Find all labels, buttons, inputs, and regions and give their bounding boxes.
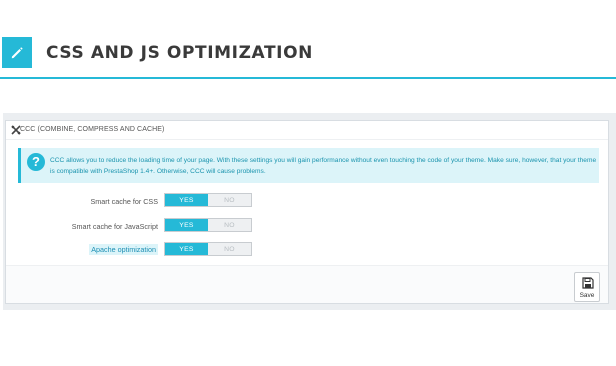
toggle-yes-option[interactable]: YES: [165, 243, 208, 255]
info-alert: ? CCC allows you to reduce the loading t…: [18, 148, 599, 183]
alert-text: CCC allows you to reduce the loading tim…: [50, 157, 597, 175]
smart-cache-css-label: Smart cache for CSS: [90, 197, 158, 206]
ccc-panel: CCC (COMBINE, COMPRESS AND CACHE) ? CCC …: [5, 120, 609, 304]
smart-cache-css-toggle[interactable]: YES NO: [164, 193, 252, 207]
panel-footer: Save: [6, 265, 608, 303]
header-divider: [0, 77, 616, 79]
panel-heading-text: CCC (COMBINE, COMPRESS AND CACHE): [20, 126, 165, 133]
toggle-no-option[interactable]: NO: [208, 194, 251, 206]
floppy-disk-icon: [582, 277, 594, 289]
apache-optimization-label[interactable]: Apache optimization: [8, 244, 158, 255]
save-button[interactable]: Save: [574, 272, 600, 302]
apache-optimization-label-text[interactable]: Apache optimization: [89, 244, 158, 255]
question-icon: ?: [27, 153, 45, 171]
toggle-yes-option[interactable]: YES: [165, 219, 208, 231]
panel-heading: CCC (COMBINE, COMPRESS AND CACHE): [6, 121, 608, 140]
toggle-no-option[interactable]: NO: [208, 243, 251, 255]
pencil-icon: [2, 37, 32, 68]
page-header: CSS AND JS OPTIMIZATION: [0, 0, 616, 80]
smart-cache-js-label: Smart cache for JavaScript: [71, 222, 158, 231]
toggle-no-option[interactable]: NO: [208, 219, 251, 231]
toggle-yes-option[interactable]: YES: [165, 194, 208, 206]
save-button-label: Save: [579, 292, 595, 299]
apache-optimization-toggle[interactable]: YES NO: [164, 242, 252, 256]
smart-cache-js-toggle[interactable]: YES NO: [164, 218, 252, 232]
page-title: CSS AND JS OPTIMIZATION: [46, 43, 313, 63]
